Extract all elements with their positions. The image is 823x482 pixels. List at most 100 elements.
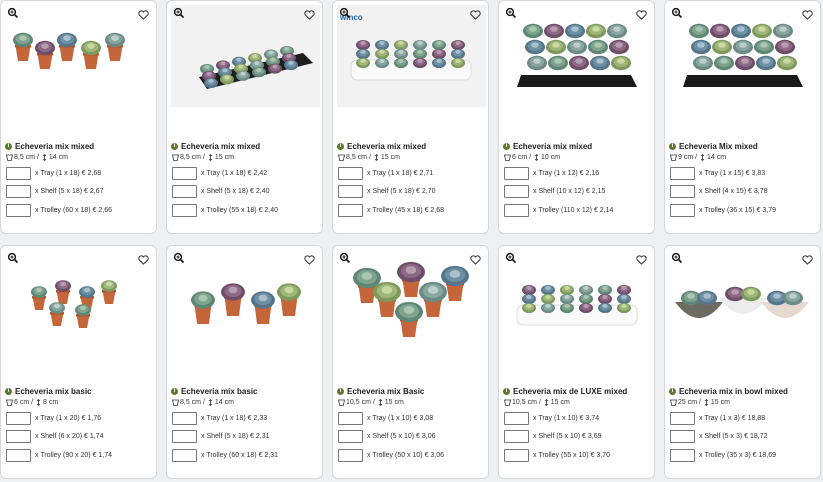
heart-outline-icon[interactable] xyxy=(138,252,149,265)
tray-quantity-input[interactable] xyxy=(504,411,529,425)
shelf-quantity-input[interactable] xyxy=(504,429,529,443)
order-row-tray: x Tray (1 x 18) € 2,33 xyxy=(172,411,267,425)
heart-outline-icon[interactable] xyxy=(138,7,149,20)
product-title[interactable]: i Echeveria mix in bowl mixed xyxy=(669,387,818,396)
order-row-shelf: x Shelf (4 x 15) € 3,78 xyxy=(670,184,767,198)
order-row-trolley: x Trolley (50 x 10) € 3,06 xyxy=(338,448,444,462)
product-dimensions: 9 cm / 14 cm xyxy=(670,153,726,162)
product-title[interactable]: i Echeveria mix mixed xyxy=(5,142,154,151)
product-photo[interactable] xyxy=(503,5,652,107)
heart-outline-icon[interactable] xyxy=(802,7,813,20)
shelf-quantity-input[interactable] xyxy=(172,184,197,198)
product-card: i Echeveria mix mixed 8,5 cm / 15 cm x Tray… xyxy=(166,0,323,234)
heart-outline-icon[interactable] xyxy=(470,7,481,20)
shelf-quantity-input[interactable] xyxy=(338,429,363,443)
shelf-quantity-input[interactable] xyxy=(6,184,31,198)
product-card: i Echeveria mix mixed 6 cm / 10 cm x Tray (… xyxy=(498,0,655,234)
info-icon[interactable]: i xyxy=(5,388,12,395)
shelf-quantity-input[interactable] xyxy=(338,184,363,198)
zoom-in-icon[interactable] xyxy=(339,6,351,19)
tray-price-label: x Tray (1 x 15) € 3,83 xyxy=(699,169,766,177)
shelf-quantity-input[interactable] xyxy=(504,184,529,198)
product-photo[interactable] xyxy=(171,250,320,352)
heart-outline-icon[interactable] xyxy=(802,252,813,265)
product-photo[interactable] xyxy=(5,5,154,107)
heart-outline-icon[interactable] xyxy=(636,252,647,265)
tray-quantity-input[interactable] xyxy=(670,411,695,425)
zoom-in-icon[interactable] xyxy=(671,6,683,19)
info-icon[interactable]: i xyxy=(337,143,344,150)
trolley-quantity-input[interactable] xyxy=(6,448,31,462)
product-title[interactable]: i Echeveria mix de LUXE mixed xyxy=(503,387,652,396)
height-arrow-icon xyxy=(703,398,710,407)
product-title[interactable]: i Echeveria mix mixed xyxy=(503,142,652,151)
order-row-tray: x Tray (1 x 18) € 2,42 xyxy=(172,166,267,180)
product-title[interactable]: i Echeveria mix mixed xyxy=(337,142,486,151)
zoom-in-icon[interactable] xyxy=(173,251,185,264)
product-title[interactable]: i Echeveria mix basic xyxy=(171,387,320,396)
tray-quantity-input[interactable] xyxy=(338,411,363,425)
tray-quantity-input[interactable] xyxy=(504,166,529,180)
zoom-in-icon[interactable] xyxy=(505,251,517,264)
info-icon[interactable]: i xyxy=(171,388,178,395)
trolley-price-label: x Trolley (55 x 18) € 2,40 xyxy=(201,206,279,214)
trolley-quantity-input[interactable] xyxy=(338,448,363,462)
product-photo[interactable] xyxy=(669,5,818,107)
shelf-quantity-input[interactable] xyxy=(6,429,31,443)
trolley-quantity-input[interactable] xyxy=(670,448,695,462)
zoom-in-icon[interactable] xyxy=(173,6,185,19)
zoom-in-icon[interactable] xyxy=(7,251,19,264)
product-title[interactable]: i Echeveria mix mixed xyxy=(171,142,320,151)
trolley-quantity-input[interactable] xyxy=(172,448,197,462)
heart-outline-icon[interactable] xyxy=(304,252,315,265)
trolley-quantity-input[interactable] xyxy=(670,203,695,217)
info-icon[interactable]: i xyxy=(503,388,510,395)
product-name: Echeveria mix de LUXE mixed xyxy=(513,387,628,396)
pot-icon xyxy=(6,154,13,161)
info-icon[interactable]: i xyxy=(337,388,344,395)
zoom-in-icon[interactable] xyxy=(7,6,19,19)
product-photo[interactable] xyxy=(669,250,818,352)
tray-quantity-input[interactable] xyxy=(6,166,31,180)
heart-outline-icon[interactable] xyxy=(304,7,315,20)
zoom-in-icon[interactable] xyxy=(671,251,683,264)
order-row-trolley: x Trolley (60 x 18) € 2,66 xyxy=(6,203,112,217)
order-row-shelf: x Shelf (5 x 18) € 2,40 xyxy=(172,184,269,198)
shelf-quantity-input[interactable] xyxy=(172,429,197,443)
tray-quantity-input[interactable] xyxy=(670,166,695,180)
product-name: Echeveria mix basic xyxy=(15,387,92,396)
product-photo[interactable] xyxy=(503,250,652,352)
trolley-quantity-input[interactable] xyxy=(504,448,529,462)
info-icon[interactable]: i xyxy=(171,143,178,150)
product-title[interactable]: i Echeveria mix basic xyxy=(5,387,154,396)
product-title[interactable]: i Echeveria Mix mixed xyxy=(669,142,818,151)
height-arrow-icon xyxy=(207,153,214,162)
product-photo[interactable]: winco xyxy=(337,5,486,107)
info-icon[interactable]: i xyxy=(669,388,676,395)
product-card: i Echeveria mix basic 6 cm / 8 cm x Tray (1… xyxy=(0,245,157,479)
tray-quantity-input[interactable] xyxy=(172,411,197,425)
tray-quantity-input[interactable] xyxy=(172,166,197,180)
info-icon[interactable]: i xyxy=(5,143,12,150)
trolley-quantity-input[interactable] xyxy=(504,203,529,217)
product-photo[interactable] xyxy=(171,5,320,107)
trolley-quantity-input[interactable] xyxy=(6,203,31,217)
shelf-price-label: x Shelf (5 x 18) € 2,67 xyxy=(35,187,104,195)
heart-outline-icon[interactable] xyxy=(636,7,647,20)
info-icon[interactable]: i xyxy=(669,143,676,150)
trolley-quantity-input[interactable] xyxy=(338,203,363,217)
heart-outline-icon[interactable] xyxy=(470,252,481,265)
tray-quantity-input[interactable] xyxy=(338,166,363,180)
product-photo[interactable] xyxy=(5,250,154,352)
pot-icon xyxy=(504,154,511,161)
trolley-quantity-input[interactable] xyxy=(172,203,197,217)
product-photo[interactable] xyxy=(337,250,486,352)
tray-quantity-input[interactable] xyxy=(6,411,31,425)
info-icon[interactable]: i xyxy=(503,143,510,150)
zoom-in-icon[interactable] xyxy=(505,6,517,19)
shelf-quantity-input[interactable] xyxy=(670,184,695,198)
shelf-quantity-input[interactable] xyxy=(670,429,695,443)
zoom-in-icon[interactable] xyxy=(339,251,351,264)
tray-price-label: x Tray (1 x 10) € 3,74 xyxy=(533,414,600,422)
product-title[interactable]: i Echeveria mix Basic xyxy=(337,387,486,396)
